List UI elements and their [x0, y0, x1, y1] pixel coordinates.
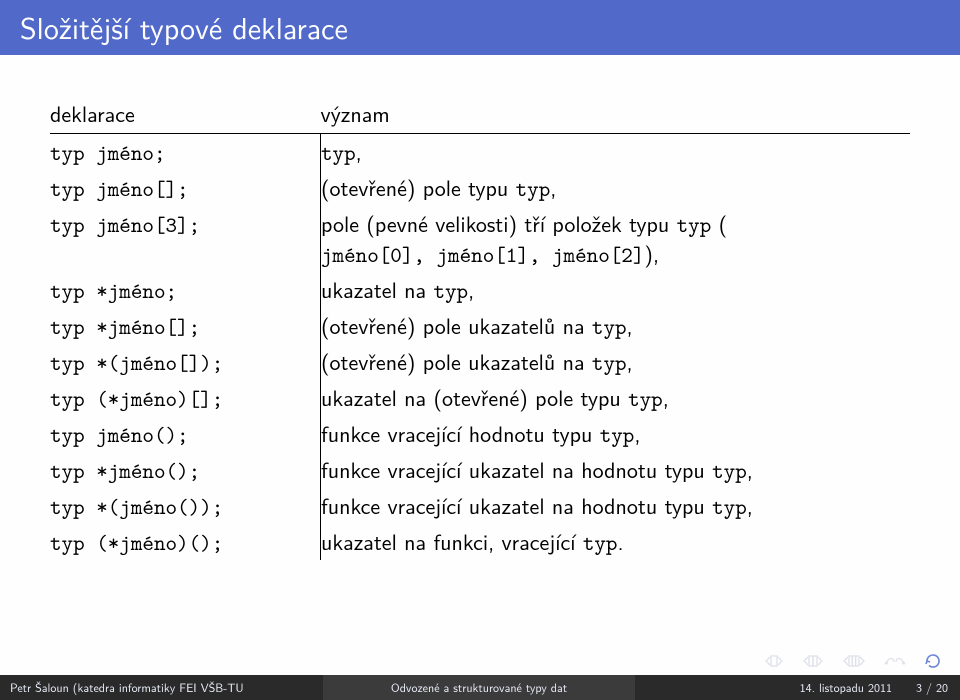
meaning-cell: funkce vracející ukazatel na hodnotu typ…: [321, 488, 911, 524]
footer-page: 3 / 20: [916, 678, 948, 696]
meaning-text: (otevřené) pole typu: [321, 171, 516, 203]
meaning-text: .: [617, 525, 623, 557]
declaration-code: typ (*jméno)[];: [50, 384, 223, 413]
meaning-text: ,: [550, 171, 556, 203]
meaning-text: ,: [634, 417, 640, 449]
meaning-cell: ukazatel na (otevřené) pole typu typ,: [321, 380, 911, 416]
meaning-text: ukazatel na (otevřené) pole typu: [321, 381, 628, 413]
declaration-cell: typ jméno();: [50, 416, 321, 452]
declaration-code: typ *(jméno());: [50, 492, 223, 521]
meaning-code: jméno[0], jméno[1], jméno[2]: [321, 240, 644, 269]
declaration-code: typ *jméno;: [50, 276, 177, 305]
declaration-code: typ jméno;: [50, 138, 166, 167]
meaning-cell: (otevřené) pole ukazatelů na typ,: [321, 308, 911, 344]
meaning-text: (otevřené) pole ukazatelů na: [321, 345, 592, 377]
meaning-code: typ: [712, 456, 747, 485]
meaning-cell: typ,: [321, 134, 911, 171]
meaning-text: ,: [747, 453, 753, 485]
meaning-text: funkce vracející ukazatel na hodnotu typ…: [321, 453, 712, 485]
declarations-table: deklarace význam typ jméno;typ,typ jméno…: [50, 99, 910, 560]
table-row: typ (*jméno)(); ukazatel na funkci, vrace…: [50, 524, 910, 560]
meaning-cell: pole (pevné velikosti) tří položek typu …: [321, 206, 911, 272]
table-row: typ jméno(); funkce vracející hodnotu typ…: [50, 416, 910, 452]
table-row: typ *jméno[]; (otevřené) pole ukazatelů n…: [50, 308, 910, 344]
meaning-text: ukazatel na: [321, 273, 433, 305]
meaning-text: (: [711, 207, 727, 239]
meaning-cell: (otevřené) pole typu typ,: [321, 170, 911, 206]
table-row: typ *jméno(); funkce vracející ukazatel n…: [50, 452, 910, 488]
meaning-text: funkce vracející hodnotu typu: [321, 417, 600, 449]
footer-date-page: 14. listopadu 2011 3 / 20: [635, 675, 960, 700]
meaning-text: ,: [627, 309, 633, 341]
meaning-code: typ: [592, 348, 627, 377]
table-row: typ jméno[]; (otevřené) pole typu typ,: [50, 170, 910, 206]
declaration-code: typ *jméno[];: [50, 312, 200, 341]
meaning-text: (otevřené) pole ukazatelů na: [321, 309, 592, 341]
declaration-cell: typ *(jméno[]);: [50, 344, 321, 380]
meaning-text: ,: [468, 273, 474, 305]
declaration-cell: typ *jméno();: [50, 452, 321, 488]
declaration-code: typ jméno[3];: [50, 210, 200, 239]
table-row: typ (*jméno)[]; ukazatel na (otevřené) po…: [50, 380, 910, 416]
meaning-text: ),: [644, 237, 659, 269]
footer-date: 14. listopadu 2011: [800, 678, 892, 696]
declaration-code: typ jméno();: [50, 420, 189, 449]
meaning-code: typ: [712, 492, 747, 521]
meaning-cell: ukazatel na typ,: [321, 272, 911, 308]
nav-slide-icon[interactable]: [764, 654, 784, 668]
declaration-cell: typ jméno[3];: [50, 206, 321, 272]
meaning-code: typ: [433, 276, 468, 305]
slide: Složitější typové deklarace deklarace vý…: [0, 0, 960, 700]
meaning-text: funkce vracející ukazatel na hodnotu typ…: [321, 489, 712, 521]
meaning-code: typ: [516, 174, 551, 203]
declaration-cell: typ (*jméno)();: [50, 524, 321, 560]
table-header-right: význam: [321, 99, 911, 134]
meaning-text: pole (pevné velikosti) tří položek typu: [321, 207, 677, 239]
slide-title: Složitější typové deklarace: [0, 0, 960, 55]
meaning-cell: funkce vracející hodnotu typu typ,: [321, 416, 911, 452]
declaration-code: typ *jméno();: [50, 456, 200, 485]
meaning-text: ,: [356, 135, 362, 167]
meaning-cell: ukazatel na funkci, vracející typ.: [321, 524, 911, 560]
beamer-nav-symbols[interactable]: [764, 652, 942, 670]
nav-refresh-icon[interactable]: [924, 652, 942, 670]
declaration-code: typ (*jméno)();: [50, 528, 223, 557]
nav-section-icon[interactable]: [842, 654, 866, 668]
meaning-text: ukazatel na funkci, vracející: [321, 525, 583, 557]
footer-bar: Petr Šaloun (katedra informatiky FEI VŠB…: [0, 675, 960, 700]
footer-talk-title: Odvozené a strukturované typy dat: [323, 675, 636, 700]
meaning-code: typ: [600, 420, 635, 449]
meaning-code: typ: [628, 384, 663, 413]
declaration-cell: typ (*jméno)[];: [50, 380, 321, 416]
meaning-text: ,: [747, 489, 753, 521]
declaration-code: typ *(jméno[]);: [50, 348, 223, 377]
declaration-cell: typ *jméno;: [50, 272, 321, 308]
meaning-text: ,: [663, 381, 669, 413]
meaning-cell: (otevřené) pole ukazatelů na typ,: [321, 344, 911, 380]
meaning-code: typ: [583, 528, 618, 557]
table-row: typ jméno[3]; pole (pevné velikosti) tří …: [50, 206, 910, 272]
meaning-text: ,: [627, 345, 633, 377]
meaning-code: typ: [321, 138, 356, 167]
nav-back-forward-icon[interactable]: [884, 654, 906, 668]
nav-frame-icon[interactable]: [802, 654, 824, 668]
table-header-left: deklarace: [50, 99, 321, 134]
footer-author: Petr Šaloun (katedra informatiky FEI VŠB…: [0, 675, 323, 700]
table-row: typ jméno; typ,: [50, 134, 910, 171]
declaration-code: typ jméno[];: [50, 174, 189, 203]
table-row: typ *(jméno[]); (otevřené) pole ukazatelů…: [50, 344, 910, 380]
declaration-cell: typ jméno;: [50, 134, 321, 171]
meaning-code: typ: [592, 312, 627, 341]
declaration-cell: typ jméno[];: [50, 170, 321, 206]
slide-content: deklarace význam typ jméno;typ,typ jméno…: [0, 55, 960, 560]
meaning-code: typ: [677, 210, 712, 239]
table-header-row: deklarace význam: [50, 99, 910, 134]
meaning-cell: funkce vracející ukazatel na hodnotu typ…: [321, 452, 911, 488]
declaration-cell: typ *jméno[];: [50, 308, 321, 344]
table-row: typ *(jméno()); funkce vracející ukazatel…: [50, 488, 910, 524]
declaration-cell: typ *(jméno());: [50, 488, 321, 524]
table-row: typ *jméno; ukazatel na typ,: [50, 272, 910, 308]
